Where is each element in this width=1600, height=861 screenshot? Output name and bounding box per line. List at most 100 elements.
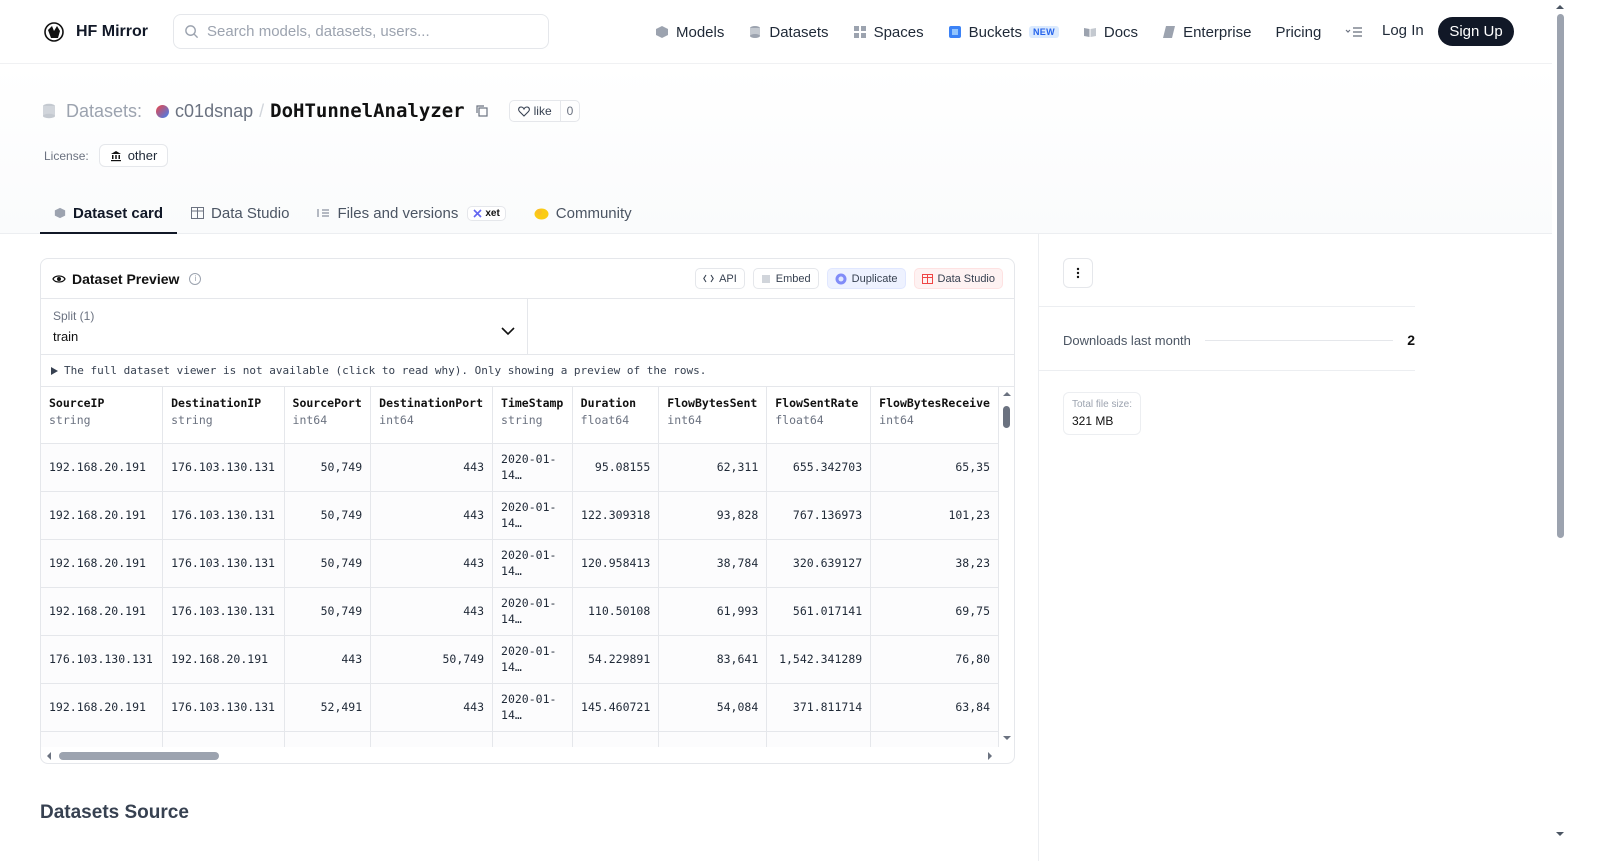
table-cell: 2020-01-14… xyxy=(492,491,573,540)
nav-models[interactable]: Models xyxy=(655,24,724,41)
dataset-preview-card: Dataset Preview i API Embed Duplicate Da… xyxy=(40,258,1015,764)
col-header[interactable]: FlowBytesSent int64 xyxy=(658,387,768,444)
data-studio-button[interactable]: Data Studio xyxy=(913,268,1003,289)
table-cell: 655.342703 xyxy=(766,443,872,492)
table-cell: 176.103.130.131 xyxy=(41,635,164,684)
repo-tabs: Dataset card Data Studio Files and versi… xyxy=(40,194,646,234)
table-cell: 50,749 xyxy=(284,491,372,540)
scroll-up-icon xyxy=(1003,392,1011,396)
copy-icon[interactable] xyxy=(475,104,489,118)
preview-title-wrap: Dataset Preview i xyxy=(52,271,202,287)
brand[interactable]: HF Mirror xyxy=(42,20,148,44)
repo-name[interactable]: DoHTunnelAnalyzer xyxy=(270,100,464,122)
repo-owner[interactable]: c01dsnap xyxy=(175,101,253,122)
section-heading: Datasets Source xyxy=(40,802,189,823)
table-cell: 192.168.20.191 xyxy=(162,635,285,684)
tab-dataset-card[interactable]: Dataset card xyxy=(40,194,178,234)
preview-table: SourceIP string DestinationIP string Sourc… xyxy=(41,387,999,747)
table-cell: 63,84 xyxy=(870,683,999,732)
table-row: 192.168.20.191 176.103.130.131 50,749 443 20… xyxy=(41,587,999,636)
col-header[interactable]: TimeStamp string xyxy=(492,387,573,444)
col-name: FlowBytesReceive xyxy=(879,396,990,410)
col-header[interactable]: FlowBytesReceive int64 xyxy=(870,387,999,444)
horizontal-scroll-thumb[interactable] xyxy=(59,752,219,760)
api-button[interactable]: API xyxy=(695,268,745,289)
search-box[interactable] xyxy=(173,14,549,49)
col-type: int64 xyxy=(667,413,702,427)
like-button[interactable]: like 0 xyxy=(508,100,581,122)
owner-avatar xyxy=(156,104,170,118)
tab-files-versions[interactable]: Files and versions xet xyxy=(303,194,519,234)
col-name: FlowBytesSent xyxy=(667,396,758,410)
table-cell: 54,084 xyxy=(658,683,768,732)
nav-pricing[interactable]: Pricing xyxy=(1275,24,1321,41)
chevron-down-icon xyxy=(501,327,515,336)
col-type: string xyxy=(501,413,543,427)
table-cell: 145.460721 xyxy=(572,683,660,732)
table-cell xyxy=(284,731,372,747)
embed-button[interactable]: Embed xyxy=(752,268,819,289)
page-scroll-thumb[interactable] xyxy=(1557,14,1564,538)
table-cell: 38,784 xyxy=(658,539,768,588)
info-icon[interactable]: i xyxy=(189,272,202,285)
split-value: train xyxy=(53,329,79,344)
page-scrollbar[interactable] xyxy=(1552,0,1568,861)
search-input[interactable] xyxy=(207,23,527,40)
scroll-right-icon xyxy=(988,752,992,760)
brand-logo-icon xyxy=(44,22,64,42)
more-options-button[interactable] xyxy=(1063,258,1093,288)
col-name: DestinationIP xyxy=(171,396,262,410)
col-type: float64 xyxy=(580,413,630,427)
signup-button[interactable]: Sign Up xyxy=(1438,17,1514,46)
page-scroll-up-icon xyxy=(1556,5,1564,9)
file-size-value: 321 MB xyxy=(1072,414,1114,428)
nav-spaces[interactable]: Spaces xyxy=(853,24,924,41)
page-scroll-down-icon xyxy=(1556,832,1564,836)
table-cell: 76,80 xyxy=(870,635,999,684)
table-cell: 192.168.20.191 xyxy=(41,443,164,492)
table-cell: 2020-01-14… xyxy=(492,683,573,732)
downloads-count: 2 xyxy=(1407,332,1415,348)
table-cell xyxy=(572,731,660,747)
login-link[interactable]: Log In xyxy=(1382,22,1424,39)
table-cell: 110.50108 xyxy=(572,587,660,636)
table-horizontal-scrollbar[interactable] xyxy=(41,747,999,763)
table-cell: 561.017141 xyxy=(766,587,872,636)
table-cell: 2020-01- xyxy=(492,731,573,747)
duplicate-button[interactable]: Duplicate xyxy=(826,268,906,289)
table-cell: 50,749 xyxy=(284,539,372,588)
table-cell: 2020-01-14… xyxy=(492,443,573,492)
table-cell: 192.168.20.191 xyxy=(41,491,164,540)
viewer-notice[interactable]: The full dataset viewer is not available… xyxy=(41,355,1014,387)
table-cell: 54.229891 xyxy=(572,635,660,684)
table-cell: 2020-01-14… xyxy=(492,635,573,684)
nav-docs[interactable]: Docs xyxy=(1083,24,1138,41)
col-header[interactable]: SourceIP string xyxy=(41,387,164,444)
repo-kind[interactable]: Datasets: xyxy=(66,101,142,122)
license-tag[interactable]: other xyxy=(98,144,169,167)
col-header[interactable]: SourcePort int64 xyxy=(284,387,372,444)
tab-community-label: Community xyxy=(555,204,632,222)
vertical-scroll-thumb[interactable] xyxy=(1003,406,1010,428)
nav-spaces-label: Spaces xyxy=(873,23,924,41)
table-cell: 50,749 xyxy=(370,635,494,684)
table-cell xyxy=(162,731,285,747)
col-header[interactable]: Duration float64 xyxy=(572,387,660,444)
nav-datasets[interactable]: Datasets xyxy=(748,24,829,41)
tab-data-studio[interactable]: Data Studio xyxy=(177,194,303,234)
col-header[interactable]: DestinationPort int64 xyxy=(370,387,494,444)
col-header[interactable]: DestinationIP string xyxy=(162,387,285,444)
table-row: 2020-01- xyxy=(41,731,999,747)
preview-actions: API Embed Duplicate Data Studio xyxy=(695,268,1003,289)
divider xyxy=(1039,306,1415,307)
col-type: string xyxy=(171,413,213,427)
split-select[interactable]: Split (1) train xyxy=(41,299,528,354)
nav-enterprise[interactable]: Enterprise xyxy=(1162,24,1251,41)
col-header[interactable]: FlowSentRate float64 xyxy=(766,387,872,444)
tab-community[interactable]: Community xyxy=(520,194,646,234)
col-name: SourceIP xyxy=(49,396,105,410)
nav-more[interactable] xyxy=(1345,26,1363,38)
table-vertical-scrollbar[interactable] xyxy=(999,387,1014,747)
table-cell: 65,35 xyxy=(870,443,999,492)
nav-buckets[interactable]: Buckets NEW xyxy=(948,24,1059,41)
